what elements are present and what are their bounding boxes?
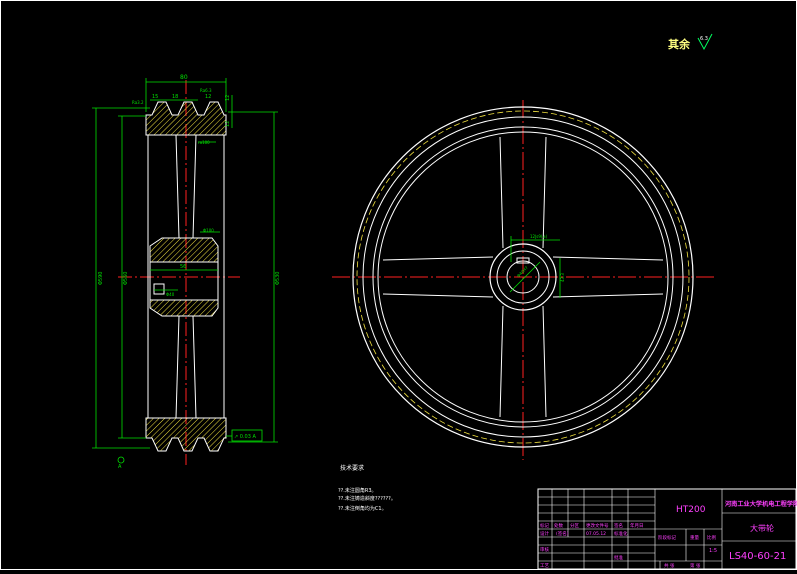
tb-check-label: 审核 bbox=[540, 546, 549, 553]
notes-line-2: ??.未注铸造斜度??????。 bbox=[338, 495, 396, 502]
tb-design-date: 07.05.12 bbox=[586, 531, 606, 537]
dim-hub-width: 56 bbox=[180, 264, 186, 270]
tolerance-text: ↗ 0.03 A bbox=[234, 434, 257, 440]
tb-drawing-no: LS40-60-21 bbox=[729, 551, 786, 562]
drawing-border bbox=[0, 0, 797, 570]
dim-top-a: 15 bbox=[152, 94, 158, 100]
tb-weight-label: 重量 bbox=[690, 534, 699, 541]
hub-top-hatched bbox=[149, 237, 219, 263]
front-view: 12Js9(±) 43.3 Φ40H7 bbox=[332, 100, 714, 460]
tb-header-zone: 分区 bbox=[570, 522, 579, 529]
dim-roughness-1: Ra3.2 bbox=[132, 100, 144, 105]
roughness-value: 6.3 bbox=[700, 36, 708, 42]
tb-org: 河南工业大学机电工程学院 bbox=[725, 500, 797, 508]
tb-header-changefile: 更改文件号 bbox=[586, 522, 609, 529]
tb-approve-label: 批准 bbox=[614, 554, 623, 561]
dim-hub-dia: Φ100 bbox=[203, 228, 214, 233]
rim-bottom-hatched bbox=[145, 417, 227, 452]
tb-process-label: 工艺 bbox=[540, 563, 549, 569]
dim-outer-diameter: Φ590 bbox=[98, 272, 104, 285]
tb-design-label: 设计 bbox=[540, 530, 549, 537]
roughness-label: 其余 bbox=[668, 37, 691, 51]
dim-top-b: 18 bbox=[172, 94, 178, 100]
dim-roughness-2: Ra6.3 bbox=[200, 88, 212, 93]
dim-right-b: 12 bbox=[225, 121, 231, 127]
drawing-canvas: 其余 6.3 80 15 18 12 12 12 ra100 Φ100 56 Φ… bbox=[0, 0, 797, 570]
tb-stage-label: 阶段标记 bbox=[658, 534, 676, 541]
tb-header-mark: 标记 bbox=[540, 522, 549, 529]
keyway-width-dim: 12Js9(±) bbox=[530, 234, 548, 239]
tb-design-sign: (签名) bbox=[556, 530, 569, 537]
bore-dim: Φ40H7 bbox=[516, 265, 530, 279]
tb-header-sign: 签名 bbox=[614, 522, 623, 529]
tb-sheet-no: 第 张 bbox=[690, 562, 701, 569]
tb-header-date: 年月日 bbox=[630, 522, 644, 529]
dim-right-a: 12 bbox=[225, 95, 231, 101]
tb-standard-label: 标准化 bbox=[614, 530, 628, 537]
datum-label: A bbox=[118, 464, 122, 470]
tb-scale: 1:5 bbox=[709, 548, 717, 554]
dim-width: 80 bbox=[180, 74, 188, 81]
tb-scale-label: 比例 bbox=[707, 534, 716, 541]
keyway-depth-dim: 43.3 bbox=[560, 273, 565, 282]
side-section-view: 80 15 18 12 12 12 ra100 Φ100 56 Φ40 Φ590… bbox=[92, 74, 281, 470]
notes-line-1: ??.未注圆角R3。 bbox=[338, 487, 377, 494]
hub-bottom-hatched bbox=[149, 299, 219, 317]
notes-line-3: ??.未注倒角均为C1。 bbox=[338, 505, 387, 512]
tb-material: HT200 bbox=[676, 505, 706, 515]
hub-keyway bbox=[153, 283, 165, 295]
dim-bore: Φ40 bbox=[166, 292, 175, 297]
notes-title: 技术要求 bbox=[340, 464, 364, 472]
dim-inner-diameter: Φ530 bbox=[275, 272, 281, 285]
rim-top-hatched bbox=[145, 101, 227, 136]
tb-part-name: 大带轮 bbox=[750, 523, 774, 533]
dim-mid-diameter: Φ560 bbox=[123, 272, 129, 285]
title-block: HT200 河南工业大学机电工程学院 大带轮 LS40-60-21 1:5 标记… bbox=[537, 488, 797, 570]
dim-rim: ra100 bbox=[198, 140, 210, 145]
dim-top-c: 12 bbox=[205, 94, 211, 100]
datum-marker bbox=[117, 456, 125, 464]
roughness-symbol: 其余 6.3 bbox=[668, 33, 713, 51]
tb-sheet-total: 共 张 bbox=[664, 562, 675, 569]
tb-header-count: 处数 bbox=[554, 522, 563, 529]
technical-notes: 技术要求 ??.未注圆角R3。 ??.未注铸造斜度??????。 ??.未注倒角… bbox=[338, 464, 396, 512]
